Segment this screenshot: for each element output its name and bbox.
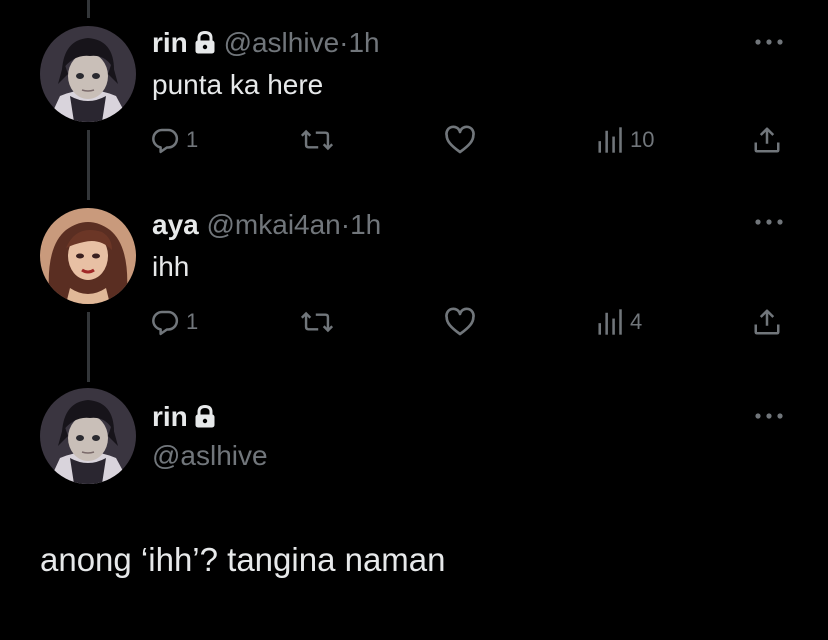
handle[interactable]: @mkai4an xyxy=(207,209,341,240)
reply-button[interactable]: 1 xyxy=(150,120,198,160)
thread-line-2 xyxy=(87,312,90,382)
share-button[interactable] xyxy=(752,302,782,342)
lock-icon xyxy=(194,403,216,437)
thread-line-1 xyxy=(87,130,90,200)
post-header: rin @aslhive·1h xyxy=(152,26,380,63)
views-count: 4 xyxy=(630,309,643,334)
action-bar: 1 10 xyxy=(150,120,790,160)
reply-count: 1 xyxy=(186,309,199,334)
views-icon xyxy=(596,307,624,337)
thread-line-top xyxy=(87,0,90,18)
post-text: anong ‘ihh’? tangina naman xyxy=(40,541,446,578)
share-button[interactable] xyxy=(752,120,782,160)
avatar[interactable] xyxy=(40,26,136,122)
views-icon xyxy=(596,125,624,155)
more-icon[interactable] xyxy=(752,212,786,232)
timestamp[interactable]: 1h xyxy=(350,209,381,240)
views-count: 10 xyxy=(630,127,655,152)
like-button[interactable] xyxy=(444,302,476,342)
more-icon[interactable] xyxy=(752,406,786,426)
repost-button[interactable] xyxy=(300,120,334,160)
reply-icon xyxy=(150,125,180,155)
like-button[interactable] xyxy=(444,120,476,160)
views-button[interactable]: 10 xyxy=(596,120,654,160)
share-icon xyxy=(752,307,782,337)
reply-button[interactable]: 1 xyxy=(150,302,198,342)
post-text: punta ka here xyxy=(152,69,324,100)
action-bar: 1 4 xyxy=(150,302,790,342)
lock-icon xyxy=(194,29,216,63)
separator: · xyxy=(340,209,351,240)
repost-button[interactable] xyxy=(300,302,334,342)
timestamp[interactable]: 1h xyxy=(348,27,379,58)
repost-icon xyxy=(300,125,334,155)
heart-icon xyxy=(444,125,476,155)
avatar[interactable] xyxy=(40,208,136,304)
views-button[interactable]: 4 xyxy=(596,302,642,342)
display-name[interactable]: rin xyxy=(152,401,188,432)
post-header: rin xyxy=(152,400,216,437)
more-icon[interactable] xyxy=(752,32,786,52)
reply-icon xyxy=(150,307,180,337)
display-name[interactable]: aya xyxy=(152,209,199,240)
reply-count: 1 xyxy=(186,127,199,152)
repost-icon xyxy=(300,307,334,337)
post-header: aya @mkai4an·1h xyxy=(152,208,381,242)
post-text: ihh xyxy=(152,251,190,282)
share-icon xyxy=(752,125,782,155)
display-name[interactable]: rin xyxy=(152,27,188,58)
handle[interactable]: @aslhive xyxy=(152,440,268,472)
avatar[interactable] xyxy=(40,388,136,484)
heart-icon xyxy=(444,307,476,337)
handle[interactable]: @aslhive xyxy=(224,27,340,58)
